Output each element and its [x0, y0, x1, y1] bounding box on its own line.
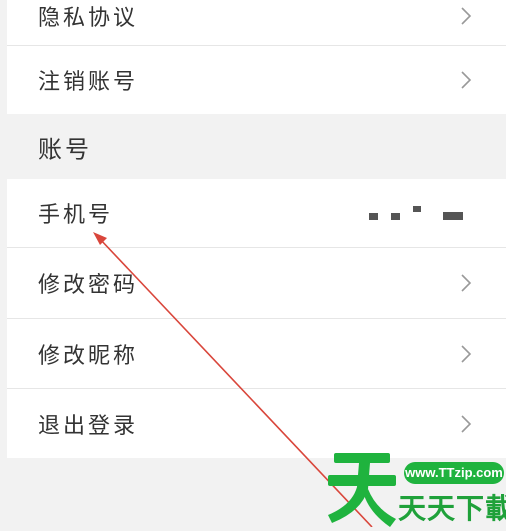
chevron-right-icon [461, 414, 472, 433]
change-nickname-row[interactable]: 修改昵称 [7, 319, 506, 388]
logout-row[interactable]: 退出登录 [7, 389, 506, 458]
logout-label: 退出登录 [38, 413, 139, 439]
masked-phone-value [369, 206, 463, 220]
watermark-url: www.TTzip.com [404, 462, 504, 484]
section-title: 账号 [38, 135, 92, 163]
watermark-name: 天天下載 [398, 492, 506, 525]
chevron-right-icon [461, 71, 472, 89]
phone-number-label: 手机号 [38, 203, 114, 228]
chevron-right-icon [461, 7, 472, 25]
account-section-header: 账号 [7, 114, 506, 179]
chevron-right-icon [461, 344, 472, 363]
chevron-right-icon [461, 274, 472, 292]
change-password-row[interactable]: 修改密码 [7, 248, 506, 318]
watermark-logo: www.TTzip.com 天天下載 [326, 449, 506, 527]
phone-number-row[interactable]: 手机号 [7, 179, 506, 247]
change-password-label: 修改密码 [38, 273, 139, 298]
privacy-agreement-label: 隐私协议 [38, 6, 139, 31]
privacy-agreement-row[interactable]: 隐私协议 [7, 0, 506, 45]
deactivate-account-row[interactable]: 注销账号 [7, 46, 506, 114]
deactivate-account-label: 注销账号 [38, 70, 139, 95]
tian-logo-icon [328, 453, 396, 527]
change-nickname-label: 修改昵称 [38, 343, 139, 369]
